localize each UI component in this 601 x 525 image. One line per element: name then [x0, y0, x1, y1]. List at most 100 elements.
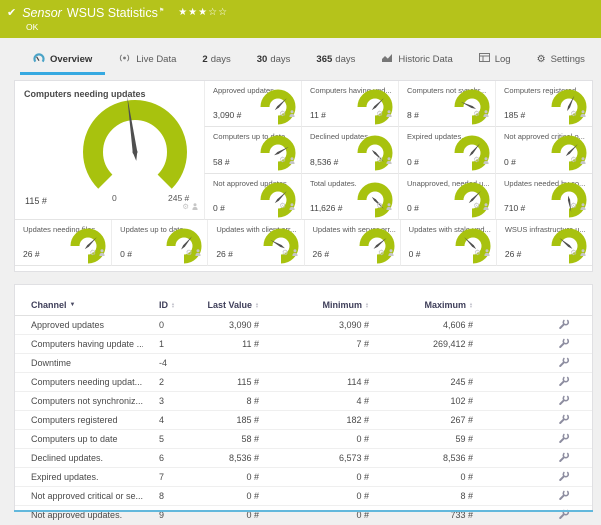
gauge-cell-computers-registered[interactable]: Computers registered185 #⚙	[495, 81, 592, 127]
table-row-computers-not-synchroniz[interactable]: Computers not synchroniz...38 #4 #102 #	[15, 392, 592, 411]
gauge-value: 0 #	[407, 203, 419, 213]
gauge-user-icon[interactable]	[483, 197, 489, 215]
gauge-user-icon[interactable]	[580, 243, 586, 261]
table-row-approved-updates[interactable]: Approved updates03,090 #3,090 #4,606 #	[15, 316, 592, 335]
sort-both-icon: ▲▼	[171, 302, 175, 309]
tab-label: Overview	[50, 54, 92, 65]
priority-stars[interactable]: ★★★☆☆	[178, 7, 228, 18]
gauge-settings-gear-icon[interactable]: ⚙	[474, 249, 481, 256]
channel-settings-wrench-icon[interactable]	[473, 506, 592, 525]
tab-settings[interactable]: ⚙Settings	[524, 46, 598, 75]
tab-2-days[interactable]: 2days	[189, 46, 243, 75]
gauge-cell-wsus-infrastructure-u[interactable]: WSUS infrastructure u...26 #⚙	[496, 220, 592, 266]
gauge-settings-gear-icon[interactable]: ⚙	[279, 110, 286, 117]
column-header-id[interactable]: ID▲▼	[159, 294, 201, 316]
gauge-cell-unapproved-needed-u[interactable]: Unapproved, needed u...0 #⚙	[398, 174, 495, 220]
channel-settings-wrench-icon[interactable]	[473, 487, 592, 506]
tab-label: Live Data	[136, 54, 176, 65]
cell-channel: Computers registered	[15, 411, 159, 430]
gauge-cell-approved-updates[interactable]: Approved updates3,090 #⚙	[204, 81, 301, 127]
gauge-settings-gear-icon[interactable]: ⚙	[570, 156, 577, 163]
table-row-not-approved-critical-or-se[interactable]: Not approved critical or se...80 #0 #8 #	[15, 487, 592, 506]
gauge-user-icon[interactable]	[580, 104, 586, 122]
gauge-user-icon[interactable]	[483, 151, 489, 169]
gauge-user-icon[interactable]	[483, 104, 489, 122]
gauge-settings-gear-icon[interactable]: ⚙	[186, 249, 193, 256]
gauge-user-icon[interactable]	[580, 151, 586, 169]
gauge-cell-computers-up-to-date[interactable]: Computers up to date58 #⚙	[204, 127, 301, 173]
tab-historic-data[interactable]: Historic Data	[368, 46, 465, 75]
gauge-user-icon[interactable]	[195, 243, 201, 261]
gauge-cell-updates-with-client-err[interactable]: Updates with client err...26 #⚙	[207, 220, 303, 266]
gauge-settings-gear-icon[interactable]: ⚙	[378, 249, 385, 256]
gauge-settings-gear-icon[interactable]: ⚙	[376, 156, 383, 163]
channel-settings-wrench-icon[interactable]	[473, 316, 592, 335]
cell-minimum: 4 #	[259, 392, 369, 411]
gauge-user-icon[interactable]	[289, 197, 295, 215]
gauge-settings-gear-icon[interactable]: ⚙	[376, 110, 383, 117]
gauge-settings-gear-icon[interactable]: ⚙	[570, 202, 577, 209]
gauge-cell-updates-with-server-err[interactable]: Updates with server err...26 #⚙	[304, 220, 400, 266]
gauge-settings-gear-icon[interactable]: ⚙	[282, 249, 289, 256]
gauge-user-icon[interactable]	[388, 243, 394, 261]
gauge-settings-gear-icon[interactable]: ⚙	[279, 156, 286, 163]
tab-label: Historic Data	[398, 54, 452, 65]
column-header-last-value[interactable]: Last Value▲▼	[201, 294, 259, 316]
gauge-settings-gear-icon[interactable]: ⚙	[570, 110, 577, 117]
gauge-cell-updates-needed-by-co[interactable]: Updates needed by co...710 #⚙	[495, 174, 592, 220]
gauge-settings-gear-icon[interactable]: ⚙	[473, 202, 480, 209]
tab-log[interactable]: Log	[466, 46, 524, 75]
gauge-settings-gear-icon[interactable]: ⚙	[570, 249, 577, 256]
gauge-user-icon[interactable]	[192, 197, 198, 215]
table-row-not-approved-updates[interactable]: Not approved updates.90 #0 #733 #	[15, 506, 592, 525]
gauge-cell-not-approved-critical-o[interactable]: Not approved critical o...0 #⚙	[495, 127, 592, 173]
gauge-settings-gear-icon[interactable]: ⚙	[473, 156, 480, 163]
table-row-computers-needing-updat[interactable]: Computers needing updat...2115 #114 #245…	[15, 373, 592, 392]
channel-settings-wrench-icon[interactable]	[473, 411, 592, 430]
table-row-declined-updates[interactable]: Declined updates.68,536 #6,573 #8,536 #	[15, 449, 592, 468]
gauge-cell-updates-up-to-date[interactable]: Updates up to date.0 #⚙	[111, 220, 207, 266]
gauge-user-icon[interactable]	[386, 104, 392, 122]
gauge-user-icon[interactable]	[99, 243, 105, 261]
gauge-settings-gear-icon[interactable]: ⚙	[89, 249, 96, 256]
gauge-user-icon[interactable]	[386, 197, 392, 215]
channel-settings-wrench-icon[interactable]	[473, 430, 592, 449]
gauge-settings-gear-icon[interactable]: ⚙	[473, 110, 480, 117]
table-row-downtime[interactable]: Downtime-4	[15, 354, 592, 373]
table-row-expired-updates[interactable]: Expired updates.70 #0 #0 #	[15, 468, 592, 487]
column-header-minimum[interactable]: Minimum▲▼	[259, 294, 369, 316]
gauge-cell-computers-having-upd[interactable]: Computers having upd...11 #⚙	[301, 81, 398, 127]
tab-overview[interactable]: Overview	[20, 46, 105, 75]
channel-settings-wrench-icon[interactable]	[473, 468, 592, 487]
gauge-user-icon[interactable]	[289, 151, 295, 169]
gauge-user-icon[interactable]	[580, 197, 586, 215]
gauge-settings-gear-icon[interactable]: ⚙	[376, 202, 383, 209]
gauge-cell-computers-not-synchr[interactable]: Computers not synchr...8 #⚙	[398, 81, 495, 127]
tab-live-data[interactable]: Live Data	[105, 46, 189, 75]
column-header-channel[interactable]: Channel▼	[15, 294, 159, 316]
gauge-user-icon[interactable]	[484, 243, 490, 261]
channel-settings-wrench-icon[interactable]	[473, 335, 592, 354]
gauge-settings-gear-icon[interactable]: ⚙	[279, 202, 286, 209]
gauge-user-icon[interactable]	[386, 151, 392, 169]
gauge-cell-expired-updates[interactable]: Expired updates.0 #⚙	[398, 127, 495, 173]
channel-settings-wrench-icon[interactable]	[473, 354, 592, 373]
gauge-cell-updates-with-stale-upd[interactable]: Updates with stale upd...0 #⚙	[400, 220, 496, 266]
table-row-computers-up-to-date[interactable]: Computers up to date558 #0 #59 #	[15, 430, 592, 449]
tab-30-days[interactable]: 30days	[244, 46, 304, 75]
column-header-maximum[interactable]: Maximum▲▼	[369, 294, 473, 316]
gauge-user-icon[interactable]	[292, 243, 298, 261]
gauge-cell-total-updates[interactable]: Total updates.11,626 #⚙	[301, 174, 398, 220]
cell-last-value: 185 #	[201, 411, 259, 430]
gauge-user-icon[interactable]	[289, 104, 295, 122]
channel-settings-wrench-icon[interactable]	[473, 373, 592, 392]
table-row-computers-registered[interactable]: Computers registered4185 #182 #267 #	[15, 411, 592, 430]
gauge-cell-not-approved-updates[interactable]: Not approved updates0 #⚙	[204, 174, 301, 220]
gauge-cell-updates-needing-files[interactable]: Updates needing files.26 #⚙	[15, 220, 111, 266]
tab-365-days[interactable]: 365days	[303, 46, 368, 75]
channel-settings-wrench-icon[interactable]	[473, 392, 592, 411]
channel-settings-wrench-icon[interactable]	[473, 449, 592, 468]
table-row-computers-having-update[interactable]: Computers having update ...111 #7 #269,4…	[15, 335, 592, 354]
gauge-settings-gear-icon[interactable]: ⚙	[182, 203, 189, 210]
gauge-cell-declined-updates[interactable]: Declined updates.8,536 #⚙	[301, 127, 398, 173]
